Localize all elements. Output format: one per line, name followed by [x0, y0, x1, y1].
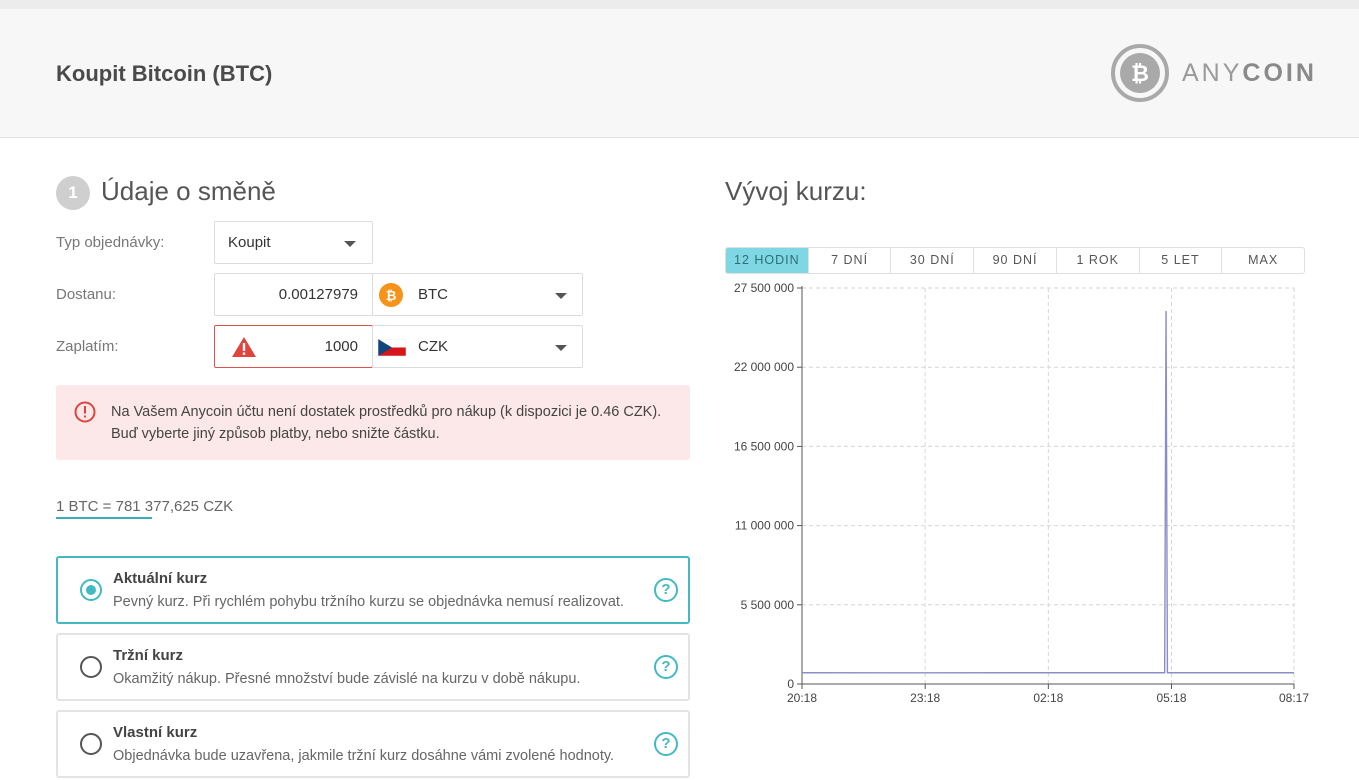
y-tick-label: 5 500 000	[741, 598, 795, 612]
anycoin-logo[interactable]: ₿ ANYCOIN	[1111, 44, 1326, 104]
tab-7-days[interactable]: 7 DNÍ	[809, 248, 892, 273]
option-title: Aktuální kurz	[113, 570, 208, 587]
page-title: Koupit Bitcoin (BTC)	[56, 61, 273, 86]
bitcoin-logo-icon: ₿	[1111, 44, 1169, 102]
option-description: Okamžitý nákup. Přesné množství bude záv…	[113, 671, 581, 687]
option-title: Tržní kurz	[113, 647, 184, 664]
x-tick-label: 05:18	[1156, 691, 1186, 705]
receive-currency-value: BTC	[418, 286, 448, 303]
x-tick-label: 20:18	[787, 691, 817, 705]
chart-range-tabs: 12 HODIN 7 DNÍ 30 DNÍ 90 DNÍ 1 ROK 5 LET…	[725, 247, 1305, 274]
radio-market-rate[interactable]	[80, 656, 102, 678]
exchange-rate-underline	[56, 517, 152, 519]
tab-5-years[interactable]: 5 LET	[1140, 248, 1223, 273]
y-tick-label: 0	[787, 677, 794, 691]
top-strip	[0, 0, 1359, 9]
receive-amount-value: 0.00127979	[278, 286, 358, 303]
x-tick-label: 23:18	[910, 691, 940, 705]
y-tick-label: 11 000 000	[735, 519, 794, 533]
warning-icon	[232, 337, 256, 357]
czech-flag-icon	[378, 339, 406, 356]
order-type-value: Koupit	[228, 234, 271, 251]
chevron-down-icon	[555, 293, 567, 299]
order-type-label: Typ objednávky:	[56, 234, 165, 251]
tab-12-hours[interactable]: 12 HODIN	[726, 248, 809, 273]
pay-amount-input[interactable]: 1000	[214, 325, 373, 368]
help-icon[interactable]: ?	[654, 655, 678, 679]
alert-message: Na Vašem Anycoin účtu není dostatek pros…	[111, 404, 662, 442]
pay-label: Zaplatím:	[56, 338, 119, 355]
x-tick-label: 02:18	[1033, 691, 1063, 705]
tab-1-year[interactable]: 1 ROK	[1057, 248, 1140, 273]
pay-currency-select[interactable]: CZK	[372, 325, 583, 368]
chart-title: Vývoj kurzu:	[725, 176, 867, 206]
svg-text:₿: ₿	[1131, 62, 1149, 87]
pay-amount-value: 1000	[324, 338, 358, 355]
y-tick-label: 16 500 000	[734, 439, 794, 453]
option-current-rate[interactable]: Aktuální kurz Pevný kurz. Při rychlém po…	[56, 556, 690, 624]
y-tick-label: 27 500 000	[734, 281, 794, 295]
radio-current-rate[interactable]	[80, 579, 102, 601]
option-description: Objednávka bude uzavřena, jakmile tržní …	[113, 748, 615, 764]
radio-custom-rate[interactable]	[80, 733, 102, 755]
tab-max[interactable]: MAX	[1222, 248, 1304, 273]
help-icon[interactable]: ?	[654, 732, 678, 756]
pay-currency-value: CZK	[418, 338, 448, 355]
x-tick-label: 08:17	[1279, 691, 1309, 705]
radio-selected-dot	[86, 585, 96, 595]
btc-icon: ₿	[379, 283, 403, 307]
tab-30-days[interactable]: 30 DNÍ	[891, 248, 975, 273]
option-market-rate[interactable]: Tržní kurz Okamžitý nákup. Přesné množst…	[56, 633, 690, 701]
option-custom-rate[interactable]: Vlastní kurz Objednávka bude uzavřena, j…	[56, 710, 690, 778]
order-type-select[interactable]: Koupit	[214, 221, 373, 264]
receive-amount-input[interactable]: 0.00127979	[214, 273, 373, 316]
help-icon[interactable]: ?	[654, 578, 678, 602]
insufficient-funds-alert: Na Vašem Anycoin účtu není dostatek pros…	[56, 385, 690, 460]
logo-wordmark: ANYCOIN	[1182, 59, 1317, 87]
y-tick-label: 22 000 000	[734, 360, 794, 374]
chevron-down-icon	[555, 345, 567, 351]
error-circle-icon	[74, 401, 96, 423]
receive-currency-select[interactable]: ₿ BTC	[372, 273, 583, 316]
page-header: Koupit Bitcoin (BTC) ₿ ANYCOIN	[0, 9, 1359, 138]
svg-text:₿: ₿	[386, 289, 397, 304]
price-chart: 27 500 000 22 000 000 16 500 000 11 000 000…	[734, 281, 1309, 705]
chevron-down-icon	[344, 241, 356, 247]
option-title: Vlastní kurz	[113, 724, 198, 741]
receive-label: Dostanu:	[56, 286, 117, 303]
tab-90-days[interactable]: 90 DNÍ	[974, 248, 1057, 273]
exchange-rate-link[interactable]: 1 BTC = 781 377,625 CZK	[56, 498, 233, 515]
step-number: 1	[56, 176, 90, 210]
step-title: Údaje o směně	[101, 176, 276, 206]
option-description: Pevný kurz. Při rychlém pohybu tržního k…	[113, 594, 624, 610]
